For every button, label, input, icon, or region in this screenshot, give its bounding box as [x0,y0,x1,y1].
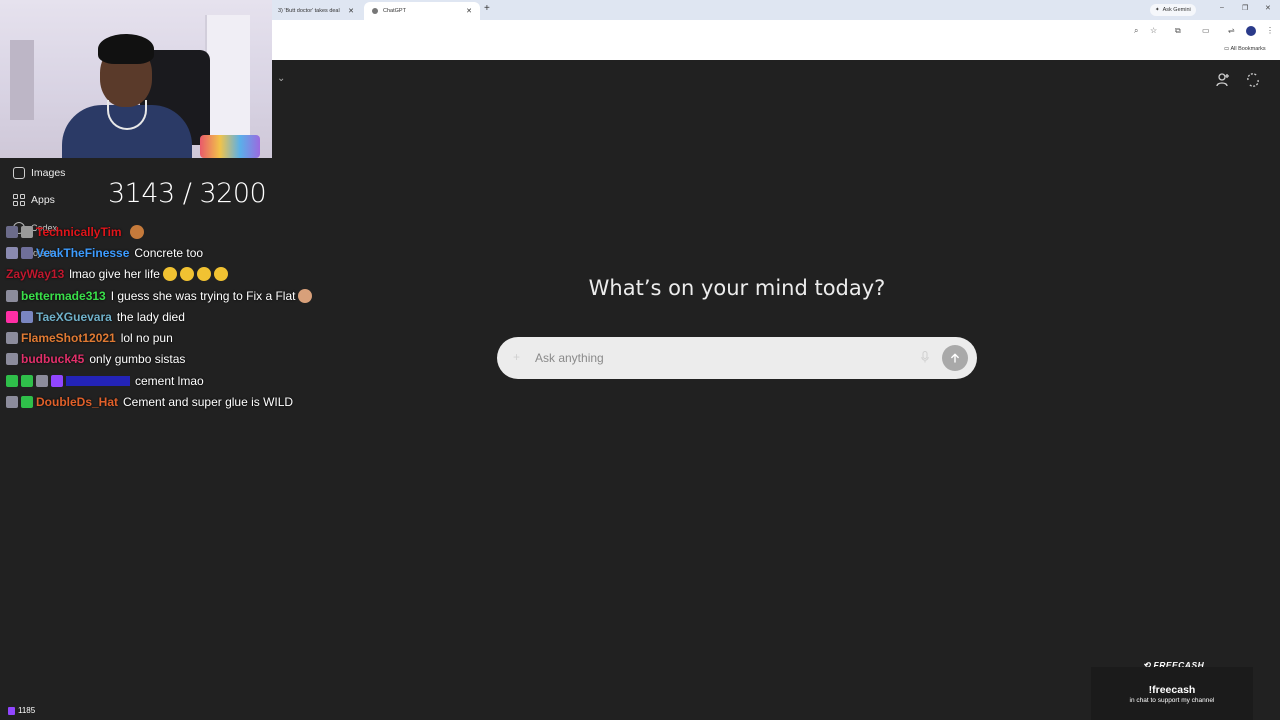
chat-username[interactable]: VeakTheFinesse [36,246,129,260]
composer[interactable]: + [497,337,977,379]
microphone-icon[interactable] [921,351,929,363]
chat-message: DoubleDs_Hat Cement and super glue is WIL… [6,391,346,412]
chatgpt-favicon-icon [372,8,378,14]
chat-badge-icon [51,374,63,387]
chat-message: TechnicallyTim [6,221,346,242]
sidepanel-icon[interactable]: ▭ [1202,26,1210,35]
close-tab-icon[interactable]: ✕ [348,7,354,15]
chat-message: budbuck45 only gumbo sistas [6,349,346,370]
zoom-icon[interactable]: ⌕ [1134,26,1138,36]
add-person-icon[interactable] [1215,72,1231,88]
restore-icon[interactable]: ❐ [1242,4,1248,12]
chat-username[interactable]: ZayWay13 [6,267,64,281]
chat-badge-icon [6,332,18,345]
close-window-icon[interactable]: ✕ [1265,4,1271,12]
chat-badge-icon [6,353,18,366]
chat-badge-icon [6,289,18,302]
chat-badge-icon [6,396,18,409]
chat-username[interactable]: bettermade313 [21,289,106,303]
chat-badge-icon [21,225,33,238]
browser-tab-active[interactable]: ChatGPT ✕ [364,2,480,20]
chat-message: TaeXGuevara the lady died [6,306,346,327]
chat-username[interactable]: TaeXGuevara [36,310,112,324]
freecash-subtitle: in chat to support my channel [1129,697,1215,704]
send-button[interactable] [942,345,968,371]
webcam-floor-mat [200,135,260,158]
chat-badge-icon [21,396,33,409]
stream-frame: 3) 'Butt doctor' takes deal ✕ ChatGPT ✕ … [0,0,1280,720]
chat-username[interactable]: budbuck45 [21,352,84,366]
freecash-promo: !freecash in chat to support my channel [1091,667,1253,720]
chat-text: cement lmao [135,373,204,388]
webcam-overlay [0,0,272,158]
chat-text: lol no pun [120,331,173,346]
chat-emote-icon [179,267,194,282]
chat-text: Cement and super glue is WILD [123,395,294,410]
chat-emote-icon [162,267,177,282]
webcam-shelf [10,40,34,120]
chat-username[interactable]: DoubleDs_Hat [36,395,118,409]
chat-badge-icon [21,246,33,259]
extensions-icon[interactable]: ⧉ [1175,26,1181,36]
chat-badge-icon [6,246,18,259]
chat-badge-icon [36,374,48,387]
chat-badge-icon [6,374,18,387]
chat-text: lmao give her life [69,267,160,282]
chat-text: only gumbo sistas [89,352,186,367]
chat-text: the lady died [116,309,185,324]
chat-emote-icon [196,267,211,282]
browser-tab[interactable]: 3) 'Butt doctor' takes deal ✕ [270,2,362,20]
viewer-icon [8,706,15,715]
temporary-chat-icon[interactable] [1245,72,1261,88]
chat-username[interactable] [66,375,130,386]
images-icon [13,167,25,179]
sparkle-icon: ✦ [1155,7,1160,13]
chat-message: cement lmao [6,370,346,391]
chat-username[interactable]: FlameShot12021 [21,331,116,345]
prompt-input[interactable] [535,348,915,368]
freecash-title: !freecash [1148,684,1196,696]
chat-message: bettermade313 I guess she was trying to F… [6,285,346,306]
chat-emote-icon [298,288,313,303]
new-tab-icon[interactable]: + [484,3,490,14]
folder-icon: ▭ [1224,46,1230,52]
chat-text: I guess she was trying to Fix a Flat [110,288,296,303]
stream-chat-overlay: TechnicallyTim VeakTheFinesse Concrete too… [6,221,346,413]
chat-username[interactable]: TechnicallyTim [36,225,122,239]
chat-emote-icon [213,267,228,282]
ask-gemini-button[interactable]: ✦ Ask Gemini [1150,4,1196,16]
chat-message: VeakTheFinesse Concrete too [6,242,346,263]
ask-gemini-label: Ask Gemini [1162,7,1191,13]
profile-avatar[interactable] [1246,26,1256,36]
tab-label: 3) 'Butt doctor' takes deal [278,8,340,14]
sidebar-item-apps[interactable]: Apps [13,194,55,206]
arrow-up-icon [951,353,959,363]
bookmark-star-icon[interactable]: ☆ [1150,26,1157,35]
chat-badge-icon [6,310,18,323]
chat-message: FlameShot12021 lol no pun [6,327,346,348]
sub-goal-counter: 3143 / 3200 [108,178,267,209]
chat-text: Concrete too [134,245,204,260]
cast-icon[interactable]: ⇌ [1228,26,1235,35]
close-tab-icon[interactable]: ✕ [466,7,472,15]
minimize-icon[interactable]: – [1220,4,1224,11]
page-title: What’s on your mind today? [588,276,886,300]
plus-icon[interactable]: + [513,350,520,364]
chat-badge-icon [21,310,33,323]
all-bookmarks[interactable]: ▭ All Bookmarks [1224,46,1266,52]
apps-icon [13,194,25,206]
menu-kebab-icon[interactable]: ⋮ [1266,26,1274,35]
viewer-count: 1185 [8,706,35,715]
model-chevron-down-icon[interactable]: ⌄ [277,73,285,84]
sidebar-item-images[interactable]: Images [13,167,65,179]
webcam-streamer-hair [98,34,154,64]
chat-badge-icon [6,225,18,238]
chat-badge-icon [21,374,33,387]
chat-emote-icon [129,224,144,239]
tab-label: ChatGPT [383,8,406,14]
chat-message: ZayWay13 lmao give her life [6,264,346,285]
